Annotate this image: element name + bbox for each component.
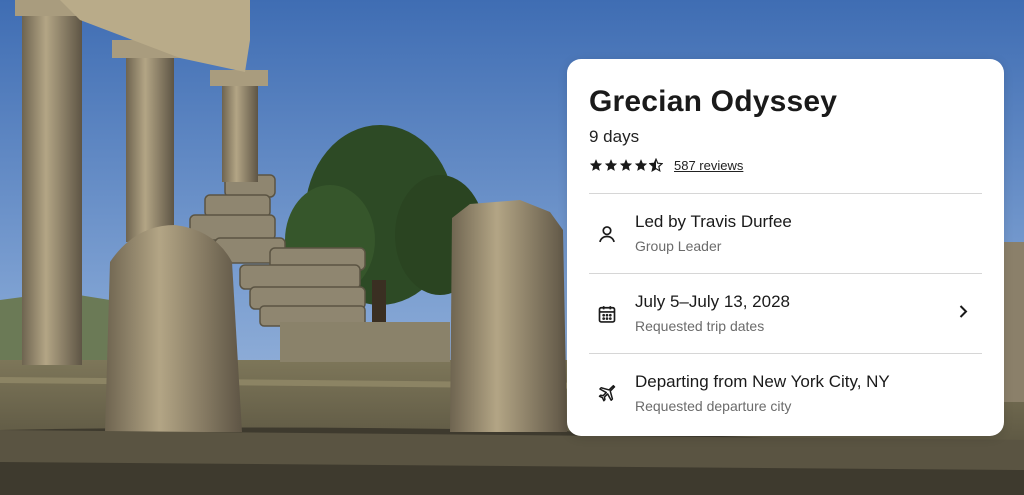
person-icon [596, 223, 618, 245]
star-icon [604, 159, 618, 171]
leader-name: Led by Travis Durfee [635, 212, 792, 231]
airplane-icon [596, 383, 618, 405]
detail-row-departure: Departing from New York City, NY Request… [589, 354, 982, 433]
trip-dates: July 5–July 13, 2028 [635, 292, 790, 311]
detail-row-dates[interactable]: July 5–July 13, 2028 Requested trip date… [589, 274, 982, 353]
trip-duration: 9 days [589, 127, 640, 146]
star-icon [634, 159, 648, 171]
reviews-link[interactable]: 587 reviews [674, 158, 743, 173]
half-star-icon [649, 158, 663, 172]
departure-city: Departing from New York City, NY [635, 372, 890, 391]
departure-city-label: Requested departure city [635, 398, 792, 414]
detail-row-leader: Led by Travis Durfee Group Leader [589, 194, 982, 273]
star-rating [589, 158, 663, 172]
rating-row: 587 reviews [589, 156, 982, 174]
chevron-right-icon[interactable] [958, 304, 968, 323]
calendar-icon [596, 303, 618, 325]
trip-dates-label: Requested trip dates [635, 318, 765, 334]
trip-title: Grecian Odyssey [589, 85, 838, 118]
leader-role: Group Leader [635, 238, 722, 254]
star-icon [589, 159, 603, 171]
star-icon [619, 159, 633, 171]
trip-summary-card: Grecian Odyssey 9 days 587 reviews Led b… [567, 59, 1004, 436]
